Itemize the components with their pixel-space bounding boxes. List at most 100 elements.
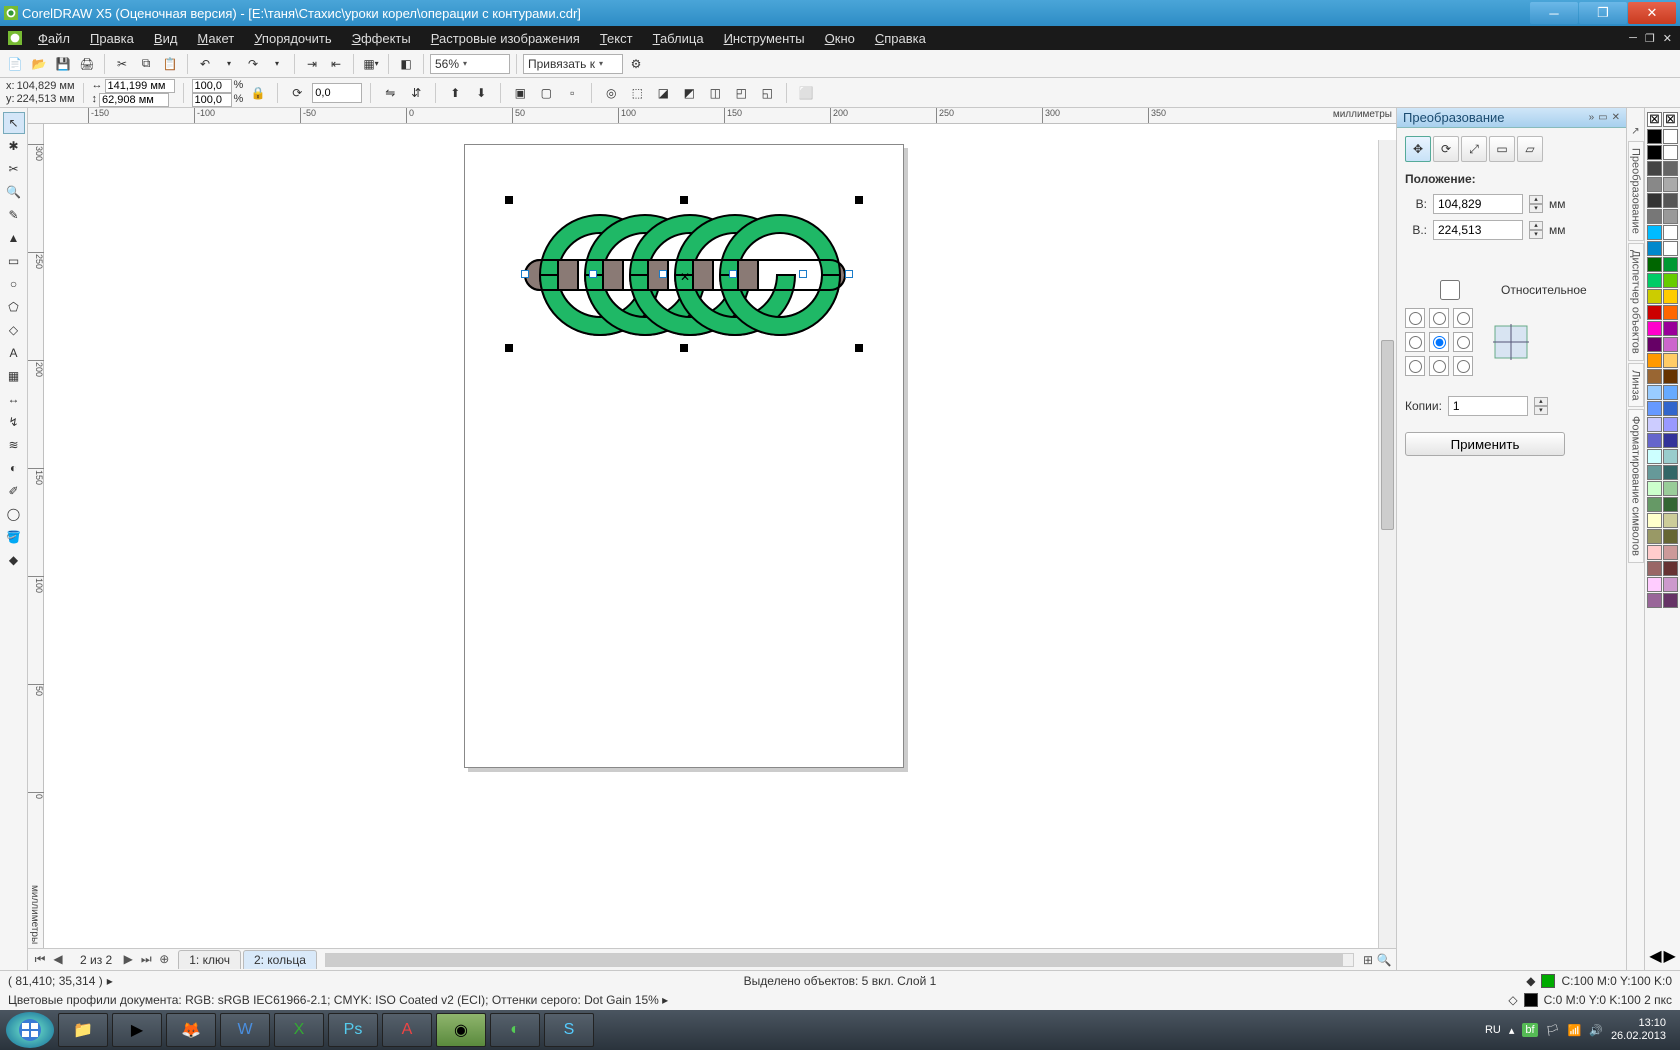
color-swatch[interactable] — [1663, 321, 1678, 336]
app-launcher-icon[interactable]: ▦▾ — [360, 53, 382, 75]
front-minus-back-icon[interactable]: ◰ — [730, 82, 752, 104]
color-swatch[interactable] — [1663, 481, 1678, 496]
task-ps[interactable]: Ps — [328, 1013, 378, 1047]
welcome-icon[interactable]: ◧ — [395, 53, 417, 75]
menu-bitmaps[interactable]: Растровые изображения — [421, 31, 590, 46]
task-reader[interactable]: A — [382, 1013, 432, 1047]
eyedropper-tool[interactable]: ✐ — [3, 480, 25, 502]
color-swatch[interactable] — [1663, 593, 1678, 608]
pos-v-input[interactable] — [1433, 220, 1523, 240]
paste-icon[interactable]: 📋 — [159, 53, 181, 75]
task-corel[interactable]: ◉ — [436, 1013, 486, 1047]
color-swatch[interactable] — [1663, 545, 1678, 560]
menu-file[interactable]: Файл — [28, 31, 80, 46]
fill-tool[interactable]: 🪣 — [3, 526, 25, 548]
color-swatch[interactable] — [1647, 561, 1662, 576]
interactive-fill-tool[interactable]: ◆ — [3, 549, 25, 571]
close-button[interactable]: ✕ — [1628, 2, 1676, 24]
color-swatch[interactable] — [1647, 273, 1662, 288]
color-swatch[interactable] — [1663, 529, 1678, 544]
pick-tool[interactable]: ↖ — [3, 112, 25, 134]
coord-menu-icon[interactable]: ▸ — [107, 974, 113, 988]
options-icon[interactable]: ⚙ — [625, 53, 647, 75]
outline-indicator-icon[interactable]: ◇ — [1508, 993, 1517, 1007]
lock-ratio-icon[interactable]: 🔒 — [247, 82, 269, 104]
polygon-tool[interactable]: ⬠ — [3, 296, 25, 318]
menu-effects[interactable]: Эффекты — [342, 31, 421, 46]
color-swatch[interactable] — [1663, 289, 1678, 304]
maximize-button[interactable]: ❐ — [1579, 2, 1627, 24]
snap-combo[interactable]: Привязать к▾ — [523, 54, 623, 74]
task-app[interactable]: ◐ — [490, 1013, 540, 1047]
color-swatch[interactable] — [1647, 305, 1662, 320]
color-swatch[interactable] — [1663, 465, 1678, 480]
menu-tools[interactable]: Инструменты — [714, 31, 815, 46]
color-swatch[interactable] — [1663, 209, 1678, 224]
color-swatch[interactable] — [1663, 273, 1678, 288]
tray-lang[interactable]: RU — [1485, 1024, 1501, 1036]
back-minus-front-icon[interactable]: ◱ — [756, 82, 778, 104]
color-swatch[interactable] — [1647, 209, 1662, 224]
menu-arrange[interactable]: Упорядочить — [244, 31, 341, 46]
undo-icon[interactable]: ↶ — [194, 53, 216, 75]
rotation-input[interactable] — [312, 83, 362, 103]
to-front-icon[interactable]: ⬆ — [444, 82, 466, 104]
freehand-tool[interactable]: ✎ — [3, 204, 25, 226]
color-swatch[interactable] — [1647, 481, 1662, 496]
color-swatch[interactable] — [1663, 177, 1678, 192]
import-icon[interactable]: ⇥ — [301, 53, 323, 75]
tab-1[interactable]: 1: ключ — [178, 950, 241, 969]
navigator-icon[interactable]: ⊞ — [1360, 953, 1376, 967]
scale-mode-icon[interactable]: ⤢ — [1461, 136, 1487, 162]
vtab-lens[interactable]: Линза — [1628, 363, 1644, 408]
color-swatch[interactable] — [1663, 353, 1678, 368]
export-icon[interactable]: ⇤ — [325, 53, 347, 75]
color-swatch[interactable] — [1647, 129, 1662, 144]
menu-table[interactable]: Таблица — [643, 31, 714, 46]
fill-swatch[interactable] — [1541, 974, 1555, 988]
cut-icon[interactable]: ✂ — [111, 53, 133, 75]
color-swatch[interactable] — [1647, 465, 1662, 480]
color-swatch[interactable] — [1663, 577, 1678, 592]
color-swatch[interactable] — [1663, 129, 1678, 144]
menu-help[interactable]: Справка — [865, 31, 936, 46]
no-outline-swatch[interactable]: ⊠ — [1663, 112, 1678, 127]
color-swatch[interactable] — [1663, 337, 1678, 352]
first-page-icon[interactable]: ⏮ — [32, 952, 48, 967]
color-swatch[interactable] — [1663, 145, 1678, 160]
color-swatch[interactable] — [1647, 385, 1662, 400]
color-swatch[interactable] — [1647, 257, 1662, 272]
spin-down[interactable]: ▾ — [1529, 230, 1543, 239]
color-swatch[interactable] — [1647, 529, 1662, 544]
color-swatch[interactable] — [1647, 177, 1662, 192]
vtab-transform[interactable]: Преобразование — [1628, 141, 1644, 241]
color-swatch[interactable] — [1663, 305, 1678, 320]
docker-collapse-icon[interactable]: » — [1589, 112, 1595, 123]
color-swatch[interactable] — [1663, 401, 1678, 416]
spin-up[interactable]: ▴ — [1529, 195, 1543, 204]
position-mode-icon[interactable]: ✥ — [1405, 136, 1431, 162]
tray-volume-icon[interactable]: 🔊 — [1589, 1024, 1603, 1037]
outline-swatch[interactable] — [1524, 993, 1538, 1007]
new-icon[interactable]: 📄 — [4, 53, 26, 75]
color-swatch[interactable] — [1647, 369, 1662, 384]
menu-layout[interactable]: Макет — [187, 31, 244, 46]
color-swatch[interactable] — [1647, 289, 1662, 304]
start-button[interactable] — [6, 1012, 54, 1048]
copies-input[interactable] — [1448, 396, 1528, 416]
ruler-vertical[interactable]: миллиметры 300250200150100500 — [28, 124, 44, 948]
blend-tool[interactable]: ≋ — [3, 434, 25, 456]
ellipse-tool[interactable]: ○ — [3, 273, 25, 295]
height-input[interactable] — [99, 93, 169, 107]
add-page-icon[interactable]: ⊕ — [156, 952, 172, 967]
color-swatch[interactable] — [1647, 161, 1662, 176]
zoom-fit-icon[interactable]: 🔍 — [1376, 953, 1392, 967]
vtab-objmgr[interactable]: Диспетчер объектов — [1628, 243, 1644, 361]
pos-h-input[interactable] — [1433, 194, 1523, 214]
color-swatch[interactable] — [1647, 513, 1662, 528]
redo-drop-icon[interactable]: ▾ — [266, 53, 288, 75]
color-swatch[interactable] — [1647, 433, 1662, 448]
color-swatch[interactable] — [1663, 225, 1678, 240]
color-swatch[interactable] — [1663, 241, 1678, 256]
simplify-icon[interactable]: ◫ — [704, 82, 726, 104]
